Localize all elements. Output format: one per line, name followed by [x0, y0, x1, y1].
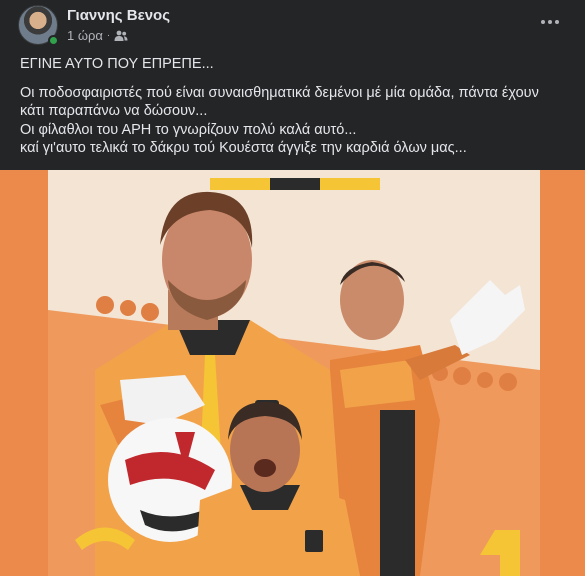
post-text-line: ΕΓΙΝΕ ΑΥΤΟ ΠΟΥ ΕΠΡΕΠΕ...: [20, 56, 214, 72]
facebook-post: Γιαννης Βενος 1 ώρα · ΕΓΙΝΕ ΑΥΤΟ ΠΟΥ ΕΠΡ…: [0, 0, 585, 576]
post-text-line: κάτι παραπάνω να δώσουν...: [20, 103, 208, 119]
post-text: ΕΓΙΝΕ ΑΥΤΟ ΠΟΥ ΕΠΡΕΠΕ... Οι ποδοσφαιριστ…: [20, 55, 575, 158]
more-options-button[interactable]: [534, 10, 566, 34]
post-time[interactable]: 1 ώρα: [67, 28, 103, 43]
online-status-icon: [48, 35, 59, 46]
post-image[interactable]: ΑΡΗΣ: [0, 170, 585, 576]
ellipsis-icon: [541, 20, 545, 24]
ellipsis-dot: [548, 20, 552, 24]
player-collage-graphic: ΑΡΗΣ: [0, 170, 585, 576]
post-header: Γιαννης Βενος 1 ώρα ·: [0, 0, 585, 52]
author-name[interactable]: Γιαννης Βενος: [67, 7, 170, 24]
ellipsis-dot: [555, 20, 559, 24]
post-text-line: καί γι'αυτο τελικά το δάκρυ τού Κουέστα …: [20, 140, 467, 156]
post-meta: 1 ώρα ·: [67, 28, 128, 43]
post-text-line: Οι φίλαθλοι του ΑΡΗ το γνωρίζουν πολύ κα…: [20, 121, 357, 138]
friends-icon[interactable]: [114, 30, 128, 42]
meta-separator: ·: [106, 30, 111, 41]
post-text-line: Οι ποδοσφαιριστές πού είναι συναισθηματι…: [20, 84, 539, 101]
